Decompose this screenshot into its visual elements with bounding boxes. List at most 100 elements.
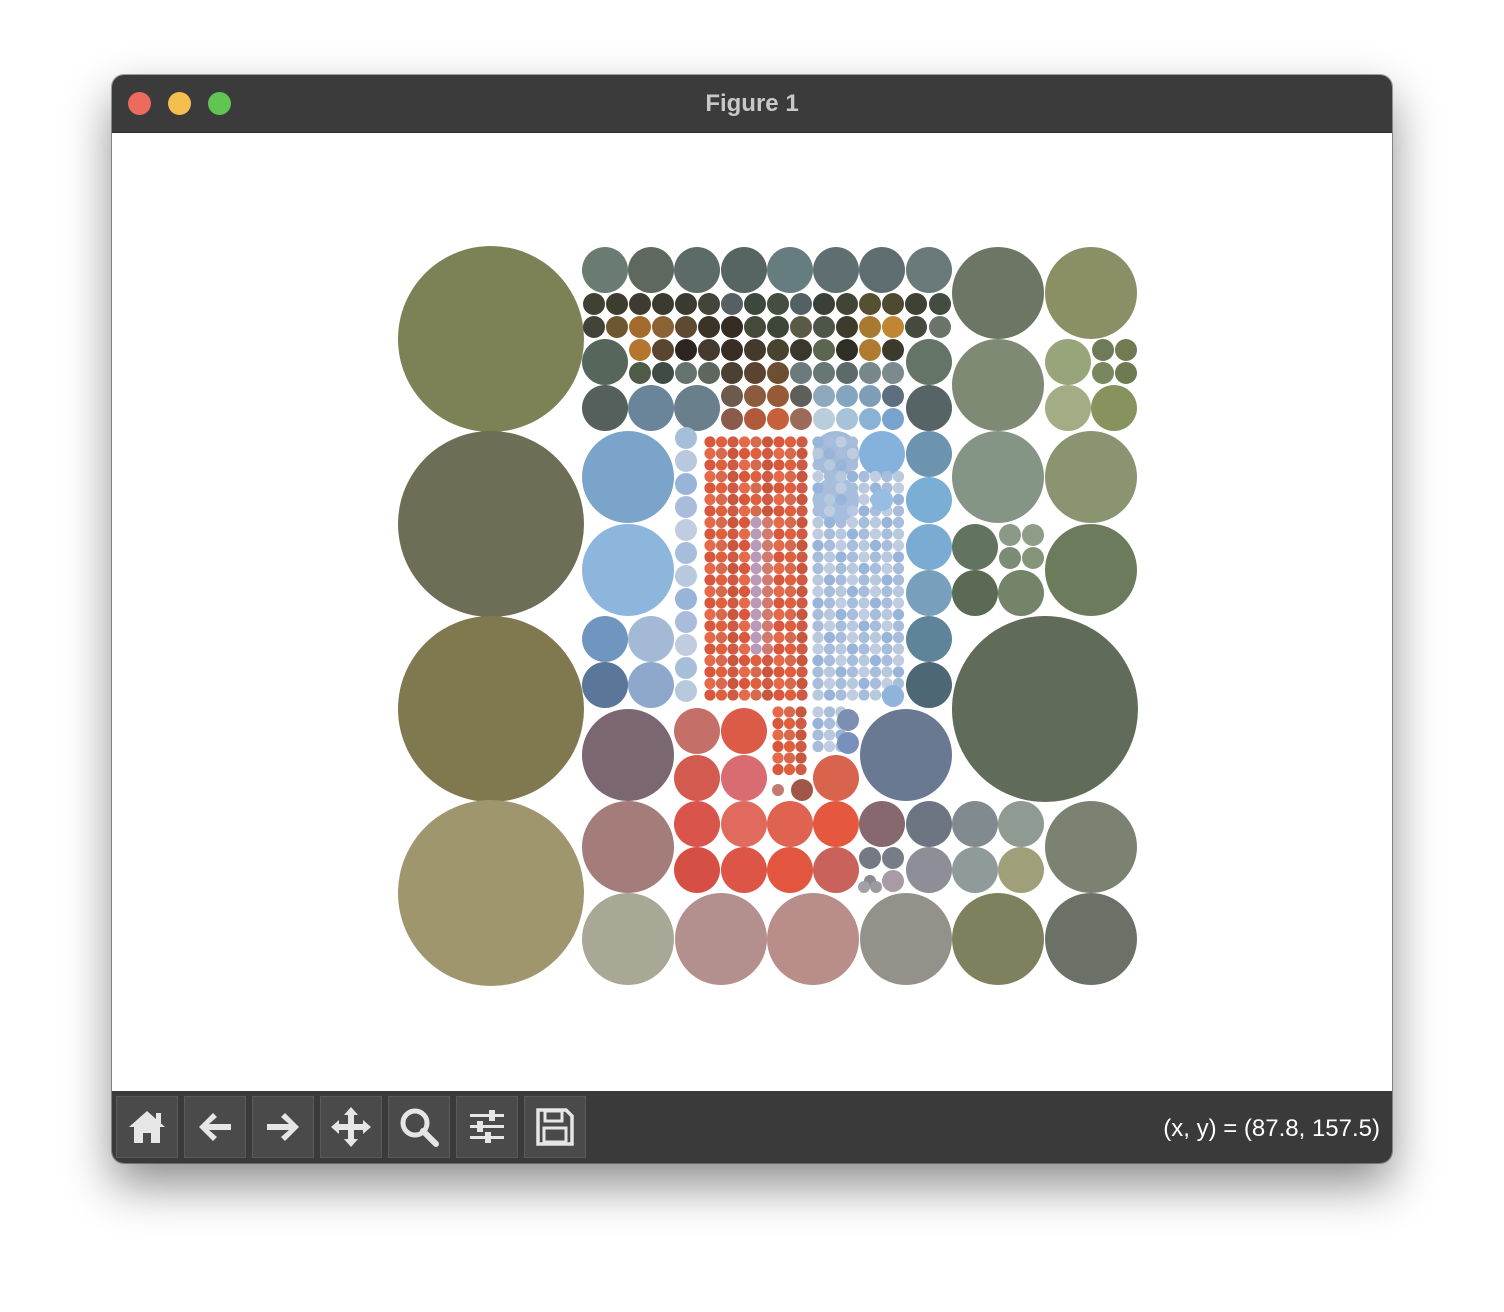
- mosaic-dot: [892, 631, 905, 644]
- mosaic-dot: [715, 539, 728, 552]
- mosaic-dot: [784, 597, 797, 609]
- mosaic-dot: [783, 752, 796, 764]
- mosaic-dot: [869, 516, 882, 529]
- mosaic-dot: [846, 677, 859, 690]
- mosaic-dot: [858, 597, 870, 609]
- mosaic-circle: [675, 362, 697, 384]
- mosaic-dot: [881, 470, 893, 483]
- mosaic-dot: [761, 666, 774, 678]
- mosaic-dot: [738, 689, 751, 701]
- mosaic-dot: [727, 562, 739, 575]
- mosaic-circle: [628, 385, 674, 431]
- zoom-button[interactable]: [388, 1096, 450, 1158]
- mosaic-dot: [796, 539, 808, 552]
- mosaic-dot: [869, 689, 882, 701]
- mosaic-dot: [784, 551, 797, 563]
- mosaic-circle: [859, 362, 881, 384]
- figure-window: Figure 1 (x, y) = (87.8, 157.5): [112, 75, 1392, 1163]
- mosaic-dot: [892, 505, 905, 517]
- mosaic-dot: [727, 447, 739, 460]
- mosaic-dot: [796, 505, 808, 517]
- mosaic-dot: [773, 585, 785, 598]
- mosaic-dot: [704, 677, 716, 690]
- mosaic-dot: [881, 597, 893, 609]
- mosaic-circle: [882, 385, 904, 407]
- mosaic-dot: [869, 539, 882, 552]
- mosaic-dot: [796, 597, 808, 609]
- mosaic-dot: [738, 620, 751, 632]
- mosaic-dot: [715, 654, 728, 667]
- mosaic-circle: [767, 362, 789, 384]
- mosaic-dot: [881, 631, 893, 644]
- mosaic-dot: [823, 459, 836, 471]
- mosaic-dot: [812, 729, 824, 741]
- mosaic-dot: [704, 459, 716, 471]
- mosaic-dot: [784, 677, 797, 690]
- mosaic-dot: [858, 505, 870, 517]
- mosaic-dot: [795, 706, 807, 718]
- mosaic-circle: [790, 316, 812, 338]
- mosaic-circle: [767, 893, 859, 985]
- mosaic-dot: [761, 505, 774, 517]
- mosaic-circle: [790, 339, 812, 361]
- forward-button[interactable]: [252, 1096, 314, 1158]
- mosaic-dot: [761, 689, 774, 701]
- back-button[interactable]: [184, 1096, 246, 1158]
- mosaic-dot: [750, 643, 762, 655]
- mosaic-circle: [721, 847, 767, 893]
- configure-subplots-button[interactable]: [456, 1096, 518, 1158]
- mosaic-dot: [869, 631, 882, 644]
- save-button[interactable]: [524, 1096, 586, 1158]
- mosaic-dot: [738, 631, 751, 644]
- mosaic-circle: [698, 316, 720, 338]
- mosaic-dot: [823, 740, 836, 753]
- mosaic-dot: [738, 585, 751, 598]
- mosaic-dot: [869, 574, 882, 586]
- mosaic-circle: [582, 524, 674, 616]
- figure-canvas[interactable]: [112, 133, 1392, 1091]
- mosaic-dot: [761, 654, 774, 667]
- mosaic-dot: [784, 493, 797, 506]
- mosaic-dot: [835, 620, 847, 632]
- mosaic-dot: [858, 585, 870, 598]
- mosaic-dot: [812, 608, 824, 621]
- mosaic-dot: [835, 562, 847, 575]
- mosaic-dot: [823, 505, 836, 517]
- mosaic-dot: [869, 528, 882, 540]
- mosaic-dot: [750, 482, 762, 494]
- mosaic-dot: [761, 597, 774, 609]
- mosaic-circle: [906, 801, 952, 847]
- mosaic-dot: [738, 447, 751, 460]
- mosaic-circle: [582, 247, 628, 293]
- mosaic-circle: [1091, 385, 1137, 431]
- mosaic-dot: [846, 608, 859, 621]
- mosaic-dot: [881, 654, 893, 667]
- home-button[interactable]: [116, 1096, 178, 1158]
- mosaic-dot: [761, 643, 774, 655]
- mosaic-circle: [1022, 524, 1044, 546]
- mosaic-dot: [846, 528, 859, 540]
- mosaic-dot: [715, 585, 728, 598]
- mosaic-dot: [675, 680, 697, 702]
- mosaic-dot: [738, 482, 751, 494]
- mosaic-dot: [795, 752, 807, 764]
- mosaic-dot: [881, 516, 893, 529]
- mosaic-dot: [704, 608, 716, 621]
- pan-button[interactable]: [320, 1096, 382, 1158]
- mosaic-dot: [812, 717, 824, 730]
- mosaic-dot: [846, 505, 859, 517]
- mosaic-dot: [773, 654, 785, 667]
- mosaic-dot: [795, 729, 807, 741]
- mosaic-dot: [881, 608, 893, 621]
- mosaic-dot: [727, 631, 739, 644]
- mosaic-dot: [675, 657, 697, 679]
- mosaic-circle: [882, 408, 904, 430]
- mosaic-dot: [750, 493, 762, 506]
- mosaic-circle: [767, 801, 813, 847]
- mosaic-dot: [812, 493, 824, 506]
- mosaic-dot: [761, 585, 774, 598]
- mosaic-dot: [869, 562, 882, 575]
- mosaic-dot: [704, 528, 716, 540]
- mosaic-circle: [999, 547, 1021, 569]
- mosaic-dot: [761, 608, 774, 621]
